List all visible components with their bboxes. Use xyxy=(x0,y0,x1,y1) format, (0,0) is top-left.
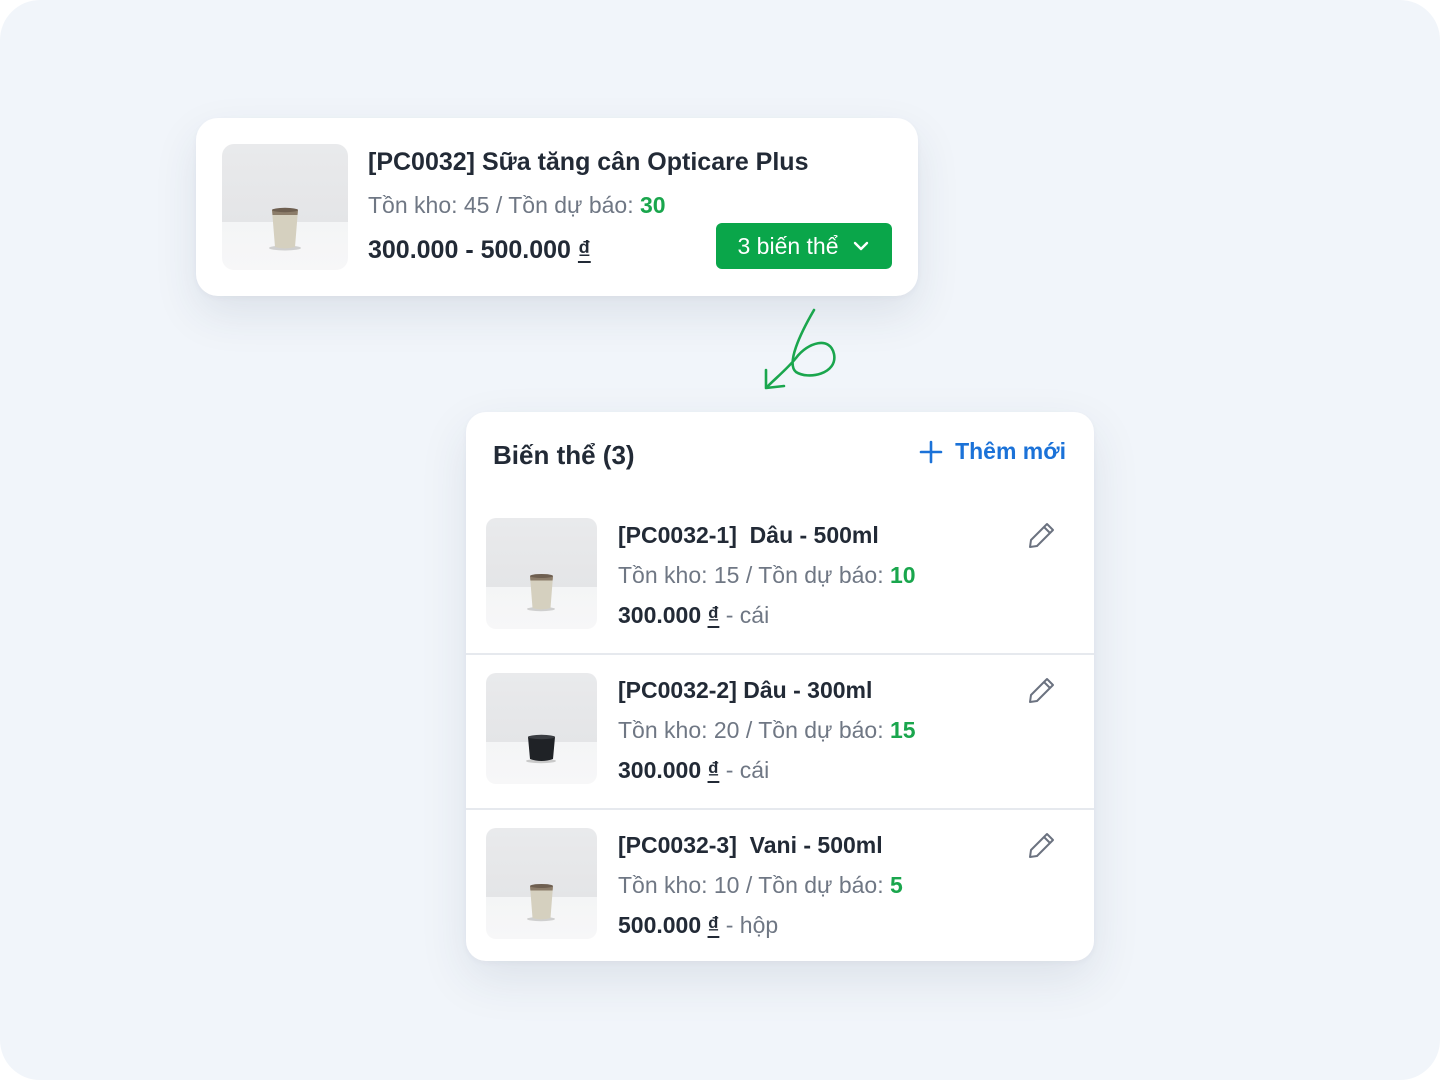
currency-symbol: ₫ xyxy=(707,602,720,628)
variant-stock-line: Tồn kho: 15 / Tồn dự báo: 10 xyxy=(618,562,916,589)
unit-dash: - xyxy=(725,602,734,628)
variant-unit: cái xyxy=(739,757,770,783)
stock-separator: / xyxy=(745,562,753,588)
variant-code: [PC0032-1] Dâu - 500ml xyxy=(618,522,879,548)
cup-image-icon xyxy=(527,574,555,612)
variant-thumbnail xyxy=(486,828,597,939)
variant-stock-line: Tồn kho: 10 / Tồn dự báo: 5 xyxy=(618,872,903,899)
variant-unit: hộp xyxy=(739,912,779,938)
variant-row[interactable]: [PC0032-2] Dâu - 300ml Tồn kho: 20 / Tồn… xyxy=(466,653,1094,808)
variants-button-label: 3 biến thể xyxy=(737,232,839,259)
cup-image-icon xyxy=(269,207,301,251)
currency-symbol: ₫ xyxy=(577,236,591,264)
variants-panel: Biến thể (3) Thêm mới [PC0032-1] Dâu - 5… xyxy=(466,412,1094,961)
forecast-label: Tồn dự báo: xyxy=(758,562,884,588)
product-thumbnail xyxy=(222,144,348,270)
unit-dash: - xyxy=(725,912,734,938)
product-stock-line: Tồn kho: 45 / Tồn dự báo: 30 xyxy=(368,192,666,219)
stock-separator: / xyxy=(745,872,753,898)
add-new-button[interactable]: Thêm mới xyxy=(919,438,1066,465)
currency-symbol: ₫ xyxy=(707,757,720,783)
stock-label: Tồn kho: 45 xyxy=(368,192,490,218)
pencil-icon xyxy=(1029,833,1054,858)
variant-unit: cái xyxy=(739,602,770,628)
variant-stock-line: Tồn kho: 20 / Tồn dự báo: 15 xyxy=(618,717,916,744)
stock-label: Tồn kho: 10 xyxy=(618,872,740,898)
forecast-label: Tồn dự báo: xyxy=(508,192,634,218)
currency-symbol: ₫ xyxy=(707,912,720,938)
pencil-icon xyxy=(1029,523,1054,548)
product-card[interactable]: [PC0032] Sữa tăng cân Opticare Plus Tồn … xyxy=(196,118,918,296)
variant-price-line: 300.000 ₫ - cái xyxy=(618,757,769,784)
chevron-down-icon xyxy=(853,241,868,251)
cup-image-icon xyxy=(526,734,556,764)
stock-label: Tồn kho: 20 xyxy=(618,717,740,743)
variant-thumbnail xyxy=(486,518,597,629)
stock-label: Tồn kho: 15 xyxy=(618,562,740,588)
add-new-label: Thêm mới xyxy=(955,438,1066,464)
edit-variant-button[interactable] xyxy=(1026,519,1058,551)
edit-variant-button[interactable] xyxy=(1026,829,1058,861)
variant-price-line: 300.000 ₫ - cái xyxy=(618,602,769,629)
forecast-label: Tồn dự báo: xyxy=(758,717,884,743)
forecast-label: Tồn dự báo: xyxy=(758,872,884,898)
panel-title: Biến thể (3) xyxy=(493,440,635,470)
stock-separator: / xyxy=(745,717,753,743)
variant-price: 300.000 xyxy=(618,757,702,783)
plus-icon xyxy=(919,440,943,463)
curly-arrow-icon xyxy=(764,308,836,390)
variant-price: 300.000 xyxy=(618,602,702,628)
stock-separator: / xyxy=(495,192,503,218)
variant-row[interactable]: [PC0032-1] Dâu - 500ml Tồn kho: 15 / Tồn… xyxy=(466,498,1094,653)
cup-image-icon xyxy=(527,884,555,922)
forecast-value: 30 xyxy=(640,192,666,218)
pencil-icon xyxy=(1029,678,1054,703)
price-range: 300.000 - 500.000 xyxy=(368,236,571,264)
forecast-value: 10 xyxy=(890,562,916,588)
variants-dropdown-button[interactable]: 3 biến thể xyxy=(716,223,892,269)
variant-row[interactable]: [PC0032-3] Vani - 500ml Tồn kho: 10 / Tồ… xyxy=(466,808,1094,961)
variant-price-line: 500.000 ₫ - hộp xyxy=(618,912,778,939)
forecast-value: 5 xyxy=(890,872,903,898)
variant-code: [PC0032-2] Dâu - 300ml xyxy=(618,677,873,703)
variant-code: [PC0032-3] Vani - 500ml xyxy=(618,832,883,858)
product-title: [PC0032] Sữa tăng cân Opticare Plus xyxy=(368,148,809,176)
unit-dash: - xyxy=(725,757,734,783)
edit-variant-button[interactable] xyxy=(1026,674,1058,706)
variant-thumbnail xyxy=(486,673,597,784)
variant-price: 500.000 xyxy=(618,912,702,938)
product-price-range: 300.000 - 500.000 ₫ xyxy=(368,236,591,265)
canvas-background: [PC0032] Sữa tăng cân Opticare Plus Tồn … xyxy=(0,0,1440,1080)
forecast-value: 15 xyxy=(890,717,916,743)
